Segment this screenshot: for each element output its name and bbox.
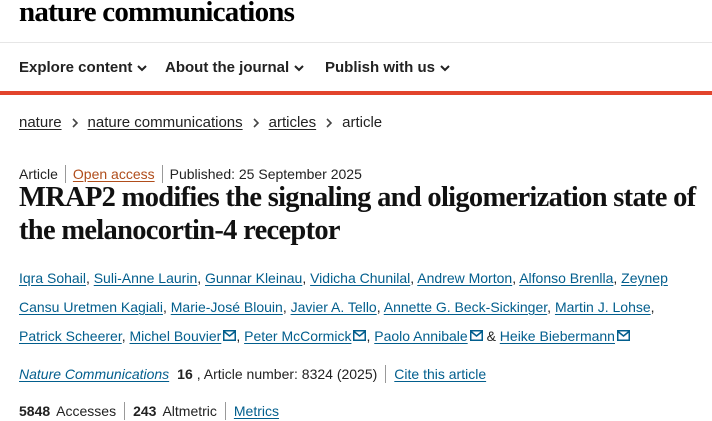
article-number: , Article number: 8324 (2025) (196, 366, 378, 382)
author-link[interactable]: Paolo Annibale (374, 328, 467, 344)
author-conjunction: & (486, 328, 496, 344)
journal-logo[interactable]: nature communications (19, 0, 295, 29)
nav-item-label: Publish with us (325, 59, 436, 76)
email-icon[interactable] (616, 322, 630, 341)
accesses-label: Accesses (56, 403, 117, 419)
metrics-link[interactable]: Metrics (234, 403, 279, 419)
chevron-down-icon (137, 64, 148, 71)
cite-this-article-link[interactable]: Cite this article (394, 366, 486, 382)
email-icon[interactable] (469, 322, 483, 341)
divider (124, 402, 126, 420)
author-link[interactable]: Gunnar Kleinau (205, 270, 302, 286)
author-link[interactable]: Patrick Scheerer (19, 328, 122, 344)
chevron-down-icon (440, 64, 450, 71)
journal-link[interactable]: Nature Communications (19, 366, 169, 382)
altmetric-score: 243 (133, 403, 157, 419)
divider (224, 402, 226, 420)
author-link[interactable]: Annette G. Beck-Sickinger (384, 299, 547, 315)
breadcrumb: nature nature communications articles ar… (19, 114, 382, 131)
citation-row: Nature Communications 16 , Article numbe… (19, 365, 486, 383)
author-link[interactable]: Michel Bouvier (130, 328, 222, 344)
article-title: MRAP2 modifies the signaling and oligome… (19, 182, 696, 246)
published-date: Published: 25 September 2025 (169, 166, 362, 182)
volume: 16 (177, 366, 193, 382)
author-link[interactable]: Martin J. Lohse (555, 299, 651, 315)
nav-item-label: About the journal (165, 59, 290, 76)
author-link[interactable]: Andrew Morton (417, 270, 512, 286)
metrics-row: 5848 Accesses 243 Altmetric Metrics (19, 402, 279, 420)
article-type: Article (19, 166, 58, 182)
email-icon[interactable] (223, 322, 237, 341)
author-link[interactable]: Alfonso Brenlla (519, 270, 613, 286)
nav-about-journal[interactable]: About the journal (165, 59, 304, 76)
chevron-down-icon (294, 64, 304, 71)
chevron-right-icon (71, 117, 78, 128)
accesses-count: 5848 (19, 403, 51, 419)
chevron-right-icon (326, 117, 333, 128)
email-icon[interactable] (353, 322, 367, 341)
breadcrumb-nature-communications[interactable]: nature communications (88, 114, 243, 131)
nav-explore-content[interactable]: Explore content (19, 59, 148, 76)
breadcrumb-articles[interactable]: articles (269, 114, 317, 131)
breadcrumb-nature[interactable]: nature (19, 114, 62, 131)
open-access-link[interactable]: Open access (73, 166, 155, 182)
author-link[interactable]: Heike Biebermann (500, 328, 615, 344)
nav-publish-with-us[interactable]: Publish with us (325, 59, 450, 76)
author-link[interactable]: Vidicha Chunilal (310, 270, 410, 286)
author-link[interactable]: Iqra Sohail (19, 270, 86, 286)
author-link[interactable]: Javier A. Tello (291, 299, 377, 315)
author-link[interactable]: Suli-Anne Laurin (94, 270, 198, 286)
chevron-right-icon (253, 117, 259, 128)
author-link[interactable]: Peter McCormick (244, 328, 351, 344)
altmetric-label: Altmetric (162, 403, 217, 419)
author-link[interactable]: Marie-José Blouin (171, 299, 283, 315)
nav-item-label: Explore content (19, 59, 133, 76)
site-header: nature communications (0, 0, 712, 43)
divider (385, 365, 387, 383)
author-list: Iqra Sohail, Suli-Anne Laurin, Gunnar Kl… (19, 270, 668, 344)
breadcrumb-current: article (342, 114, 383, 131)
main-nav: Explore content About the journal Publis… (0, 43, 712, 95)
